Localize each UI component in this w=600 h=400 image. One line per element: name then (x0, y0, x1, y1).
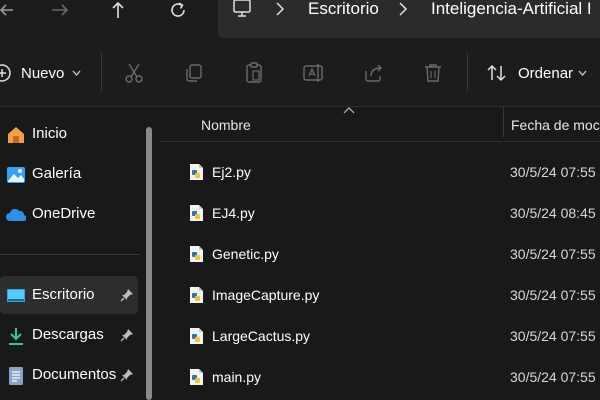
chevron-down-icon (72, 70, 81, 76)
plus-circle-icon (0, 64, 11, 82)
sidebar-scrollbar[interactable] (146, 127, 152, 400)
file-date: 30/5/24 07:55 (510, 164, 596, 180)
file-name: EJ4.py (212, 205, 255, 221)
sidebar-item-escritorio[interactable]: Escritorio (0, 276, 138, 314)
chevron-down-icon (578, 70, 587, 76)
forward-arrow-icon (52, 4, 69, 16)
file-row[interactable]: LargeCactus.py 30/5/24 07:55 (160, 316, 600, 356)
address-bar[interactable]: Escritorio Inteligencia-Artificial I (218, 0, 600, 38)
file-name: LargeCactus.py (212, 328, 311, 344)
pin-icon[interactable] (120, 368, 134, 382)
column-header-name[interactable]: Nombre (201, 117, 251, 133)
command-bar: Nuevo Ordenar (0, 39, 600, 107)
refresh-icon (171, 2, 185, 17)
monitor-icon (233, 0, 251, 17)
file-date: 30/5/24 07:55 (510, 287, 596, 303)
python-file-icon (190, 205, 203, 221)
up-arrow-icon (112, 1, 124, 18)
column-header-date[interactable]: Fecha de moc (511, 117, 600, 133)
toolbar-divider (101, 53, 102, 91)
file-date: 30/5/24 07:55 (510, 369, 596, 385)
delete-icon (425, 64, 441, 82)
sidebar-item-documentos[interactable]: Documentos (0, 356, 138, 394)
share-icon (365, 64, 382, 82)
delete-button[interactable] (421, 61, 445, 85)
python-file-icon (190, 287, 203, 303)
share-button[interactable] (362, 61, 386, 85)
column-header-row: Nombre Fecha de moc (160, 107, 600, 142)
file-row[interactable]: EJ4.py 30/5/24 08:45 (160, 193, 600, 233)
python-file-icon (190, 328, 203, 344)
sort-icon (487, 64, 506, 82)
cut-icon (125, 63, 143, 83)
file-row[interactable]: ImageCapture.py 30/5/24 07:55 (160, 275, 600, 315)
up-button[interactable] (108, 0, 128, 20)
new-button-label: Nuevo (21, 65, 65, 82)
pin-icon[interactable] (120, 288, 134, 302)
gallery-icon (7, 167, 25, 183)
file-name: Genetic.py (212, 246, 279, 262)
sidebar-item-label: Descargas (32, 326, 104, 343)
file-date: 30/5/24 07:55 (510, 328, 596, 344)
refresh-button[interactable] (168, 0, 188, 20)
sidebar-item-descargas[interactable]: Descargas (0, 316, 138, 354)
back-arrow-icon (0, 4, 13, 16)
python-file-icon (190, 246, 203, 262)
breadcrumb-current-folder[interactable]: Inteligencia-Artificial I (431, 0, 592, 18)
rename-icon (303, 64, 323, 82)
file-name: Ej2.py (212, 164, 251, 180)
cut-button[interactable] (122, 61, 146, 85)
sidebar-divider (0, 254, 140, 255)
sidebar-item-galeria[interactable]: Galería (0, 155, 138, 193)
rename-button[interactable] (302, 61, 326, 85)
file-name: main.py (212, 369, 262, 385)
file-date: 30/5/24 07:55 (510, 246, 596, 262)
new-button[interactable]: Nuevo (0, 59, 86, 87)
sidebar-item-label: Documentos (32, 366, 117, 383)
sidebar-item-onedrive[interactable]: OneDrive (0, 195, 138, 233)
python-file-icon (190, 369, 203, 385)
breadcrumb-chevron-icon (275, 0, 285, 18)
documents-icon (9, 367, 23, 385)
sidebar-item-label: OneDrive (32, 205, 96, 222)
home-icon (8, 127, 24, 143)
forward-button[interactable] (50, 0, 70, 20)
sort-button-label: Ordenar (518, 65, 574, 82)
breadcrumb-chevron-icon (398, 0, 408, 18)
download-icon (9, 328, 23, 345)
file-date: 30/5/24 08:45 (510, 205, 596, 221)
breadcrumb-escritorio[interactable]: Escritorio (308, 0, 379, 18)
toolbar-divider (467, 53, 468, 91)
file-name: ImageCapture.py (212, 287, 320, 303)
sidebar-item-label: Escritorio (32, 286, 95, 303)
onedrive-icon (6, 208, 26, 222)
sidebar-item-label: Inicio (32, 125, 68, 142)
desktop-icon (7, 289, 25, 302)
file-row[interactable]: main.py 30/5/24 07:55 (160, 357, 600, 397)
sidebar-item-label: Galería (32, 165, 82, 182)
sort-ascending-icon (343, 107, 355, 114)
paste-button[interactable] (242, 61, 266, 85)
python-file-icon (190, 164, 203, 180)
title-nav-bar: Escritorio Inteligencia-Artificial I (0, 0, 600, 39)
copy-button[interactable] (182, 61, 206, 85)
sort-button[interactable]: Ordenar (484, 59, 594, 87)
paste-icon (246, 62, 262, 83)
back-button[interactable] (0, 0, 14, 20)
copy-icon (186, 64, 202, 82)
navigation-pane: Inicio Galería OneDrive Escritorio Desca… (0, 107, 160, 400)
sidebar-item-inicio[interactable]: Inicio (0, 115, 138, 153)
file-row[interactable]: Ej2.py 30/5/24 07:55 (160, 152, 600, 192)
file-row[interactable]: Genetic.py 30/5/24 07:55 (160, 234, 600, 274)
column-resize-handle[interactable] (503, 107, 504, 137)
pin-icon[interactable] (120, 328, 134, 342)
